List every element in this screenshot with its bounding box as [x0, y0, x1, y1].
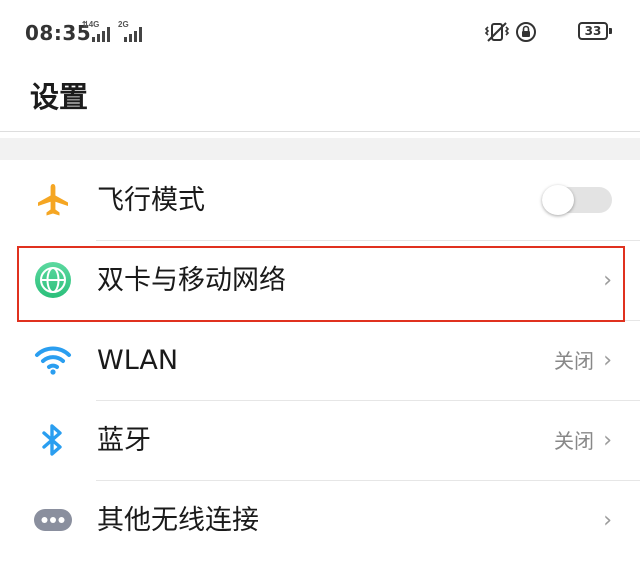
bluetooth-status: 关闭 [554, 429, 594, 453]
rotation-lock-icon [516, 22, 536, 42]
wlan-label: WLAN [97, 345, 179, 376]
wlan-status: 关闭 [554, 349, 594, 373]
airplane-icon [38, 184, 68, 216]
chevron-right-icon: › [603, 428, 612, 453]
bluetooth-icon [42, 424, 62, 456]
settings-item-bluetooth[interactable]: 蓝牙 关闭 › [0, 401, 640, 481]
airplane-mode-toggle[interactable] [542, 185, 612, 215]
section-gap [0, 138, 640, 160]
settings-item-airplane-mode[interactable]: 飞行模式 [0, 161, 640, 241]
settings-item-wlan[interactable]: WLAN 关闭 › [0, 321, 640, 401]
title-divider [0, 131, 640, 132]
status-right-icons: 33 [484, 21, 614, 45]
page-title: 设置 [30, 80, 89, 114]
chevron-right-icon: › [603, 268, 612, 293]
status-bar: 08:35 ⇅4G 2G 33 [0, 0, 640, 66]
chevron-right-icon: › [603, 508, 612, 533]
bluetooth-label: 蓝牙 [97, 425, 151, 456]
globe-icon [35, 262, 71, 298]
chevron-right-icon: › [603, 348, 612, 373]
other-wireless-label: 其他无线连接 [97, 505, 259, 536]
settings-item-other-wireless[interactable]: 其他无线连接 › [0, 481, 640, 561]
mobile-network-label: 双卡与移动网络 [97, 265, 286, 296]
more-icon [34, 509, 72, 531]
toggle-knob [542, 185, 574, 215]
battery-icon: 33 [578, 22, 608, 40]
airplane-mode-label: 飞行模式 [97, 185, 205, 216]
settings-item-mobile-network[interactable]: 双卡与移动网络 › [0, 241, 640, 321]
wifi-icon [35, 346, 71, 375]
vibrate-icon [484, 22, 510, 42]
battery-tip [609, 28, 612, 34]
